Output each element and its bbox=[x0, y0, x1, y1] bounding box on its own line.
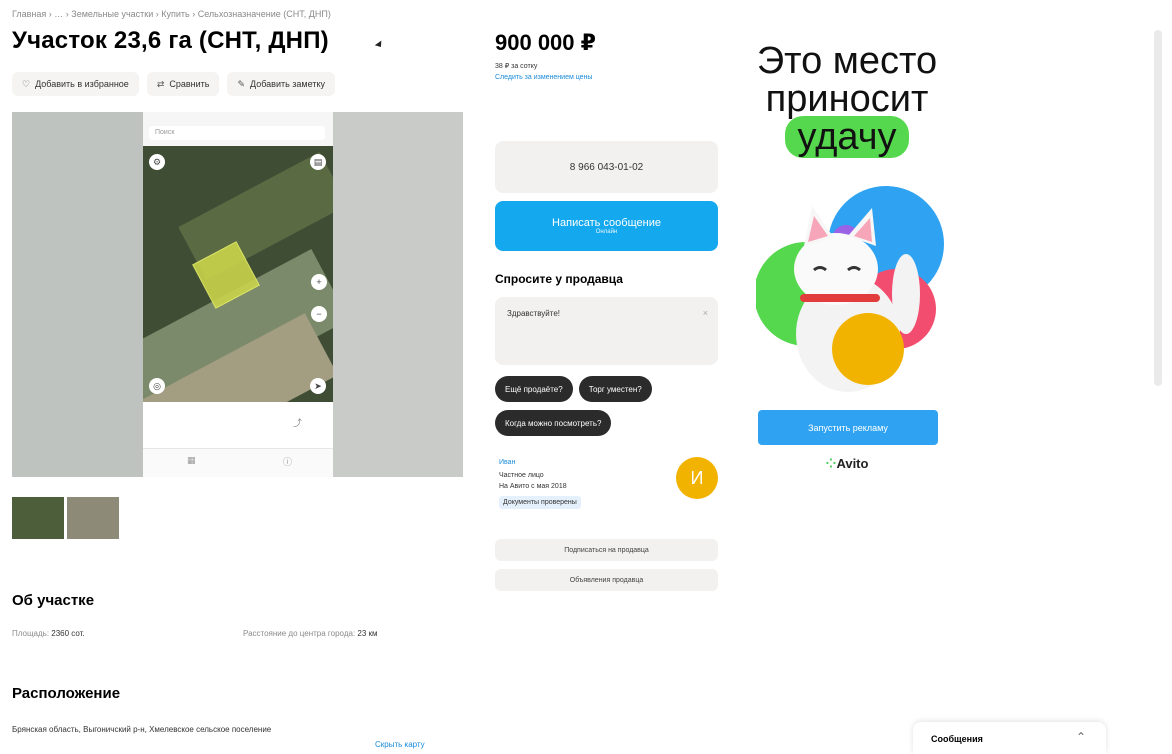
map-zoom-in-icon: + bbox=[311, 274, 327, 290]
show-phone-button[interactable]: 8 966 043-01-02 bbox=[495, 141, 718, 193]
compare-label: Сравнить bbox=[169, 79, 210, 89]
thumbnail-strip bbox=[12, 497, 119, 539]
add-to-favorites-label: Добавить в избранное bbox=[35, 79, 129, 89]
area-value: 2360 сот. bbox=[51, 629, 85, 638]
photo-phone-topbar: Поиск bbox=[143, 112, 333, 147]
hide-map-link[interactable]: Скрыть карту bbox=[375, 740, 425, 749]
area-label: Площадь: bbox=[12, 629, 50, 638]
scrollbar[interactable] bbox=[1154, 30, 1162, 386]
avito-logo-text: Avito bbox=[836, 456, 869, 471]
lucky-cat-illustration bbox=[756, 186, 944, 392]
map-gear-icon: ⚙ bbox=[149, 154, 165, 170]
photo-gallery[interactable]: Поиск ⚙ ▤ + − ◎ ➤ ⤴ ▦ ⓘ bbox=[12, 112, 463, 477]
listing-actions: ♡ Добавить в избранное ⇄ Сравнить ✎ Доба… bbox=[12, 72, 335, 96]
ad-banner[interactable]: Это место приносит удачу Запустить рекла… bbox=[742, 26, 952, 484]
ad-line: Это место bbox=[756, 40, 938, 82]
write-message-label: Написать сообщение bbox=[552, 217, 661, 229]
compare-icon: ⇄ bbox=[156, 78, 165, 89]
thumbnail[interactable] bbox=[12, 497, 64, 539]
mouse-cursor-icon bbox=[374, 40, 385, 50]
avatar[interactable]: И bbox=[676, 457, 718, 499]
share-icon: ⤴ bbox=[293, 418, 303, 428]
messages-title: Сообщения bbox=[931, 734, 983, 744]
seller-badge: Документы проверены bbox=[499, 496, 581, 509]
add-to-favorites-button[interactable]: ♡ Добавить в избранное bbox=[12, 72, 139, 96]
photo-search-field: Поиск bbox=[149, 126, 325, 140]
avito-logo: ⁘Avito bbox=[742, 456, 952, 472]
ad-highlight: удачу bbox=[785, 116, 909, 158]
ask-seller-text: Здравствуйте! bbox=[507, 309, 561, 318]
satellite-map-image: ⚙ ▤ + − ◎ ➤ bbox=[143, 146, 333, 402]
distance-value: 23 км bbox=[357, 629, 378, 638]
chevron-up-icon[interactable]: ⌃ bbox=[1076, 730, 1086, 744]
subscribe-seller-button[interactable]: Подписаться на продавца bbox=[495, 539, 718, 561]
price-per-unit: 38 ₽ за сотку bbox=[495, 63, 538, 70]
distance-label: Расстояние до центра города: bbox=[243, 629, 356, 638]
ask-seller-title: Спросите у продавца bbox=[495, 272, 623, 286]
heart-icon: ♡ bbox=[22, 78, 31, 89]
quick-question-chip[interactable]: Ещё продаёте? bbox=[495, 376, 573, 402]
page-title: Участок 23,6 га (СНТ, ДНП) bbox=[12, 27, 329, 54]
quick-question-chip[interactable]: Торг уместен? bbox=[578, 376, 652, 402]
price-watch-link[interactable]: Следить за изменением цены bbox=[495, 74, 592, 81]
photo-info-panel: ⤴ bbox=[143, 402, 333, 448]
gallery-blur-left bbox=[12, 112, 143, 477]
map-navigate-icon: ➤ bbox=[310, 378, 326, 394]
about-title: Об участке bbox=[12, 592, 95, 609]
run-ad-button[interactable]: Запустить рекламу bbox=[758, 410, 938, 445]
ask-seller-input[interactable]: Здравствуйте! × bbox=[495, 297, 718, 365]
gallery-blur-right bbox=[332, 112, 463, 477]
map-location-icon: ◎ bbox=[149, 378, 165, 394]
area-row: Площадь: 2360 сот. bbox=[12, 629, 85, 638]
thumbnail[interactable] bbox=[67, 497, 119, 539]
messages-panel[interactable]: Сообщения ⌃ bbox=[913, 722, 1106, 754]
price: 900 000 ₽ bbox=[495, 30, 596, 55]
photo-tabbar: ▦ ⓘ bbox=[143, 448, 333, 477]
note-icon: ✎ bbox=[237, 78, 246, 89]
location-title: Расположение bbox=[12, 685, 121, 702]
seller-ads-button[interactable]: Объявления продавца bbox=[495, 569, 718, 591]
tab-grid-icon: ▦ bbox=[187, 455, 196, 465]
write-message-sub: Онлайн bbox=[595, 229, 618, 235]
quick-questions-row: Когда можно посмотреть? bbox=[495, 410, 612, 436]
ad-headline: Это место приносит удачу bbox=[742, 40, 952, 158]
main-photo[interactable]: Поиск ⚙ ▤ + − ◎ ➤ ⤴ ▦ ⓘ bbox=[143, 112, 333, 477]
avito-logo-icon: ⁘ bbox=[825, 456, 837, 471]
distance-row: Расстояние до центра города: 23 км bbox=[243, 629, 378, 638]
write-message-button[interactable]: Написать сообщение Онлайн bbox=[495, 201, 718, 251]
map-layers-icon: ▤ bbox=[310, 154, 326, 170]
ad-line: приносит bbox=[765, 78, 929, 120]
quick-question-chip[interactable]: Когда можно посмотреть? bbox=[495, 410, 612, 436]
quick-questions-row: Ещё продаёте? Торг уместен? bbox=[495, 376, 652, 402]
add-note-label: Добавить заметку bbox=[250, 79, 325, 89]
add-note-button[interactable]: ✎ Добавить заметку bbox=[227, 72, 335, 96]
address: Брянская область, Выгоничский р-н, Хмеле… bbox=[12, 725, 272, 734]
compare-button[interactable]: ⇄ Сравнить bbox=[146, 72, 220, 96]
map-zoom-out-icon: − bbox=[311, 306, 327, 322]
tab-info-icon: ⓘ bbox=[283, 457, 293, 467]
clear-icon[interactable]: × bbox=[703, 308, 708, 318]
breadcrumb[interactable]: Главная › … › Земельные участки › Купить… bbox=[12, 9, 331, 19]
